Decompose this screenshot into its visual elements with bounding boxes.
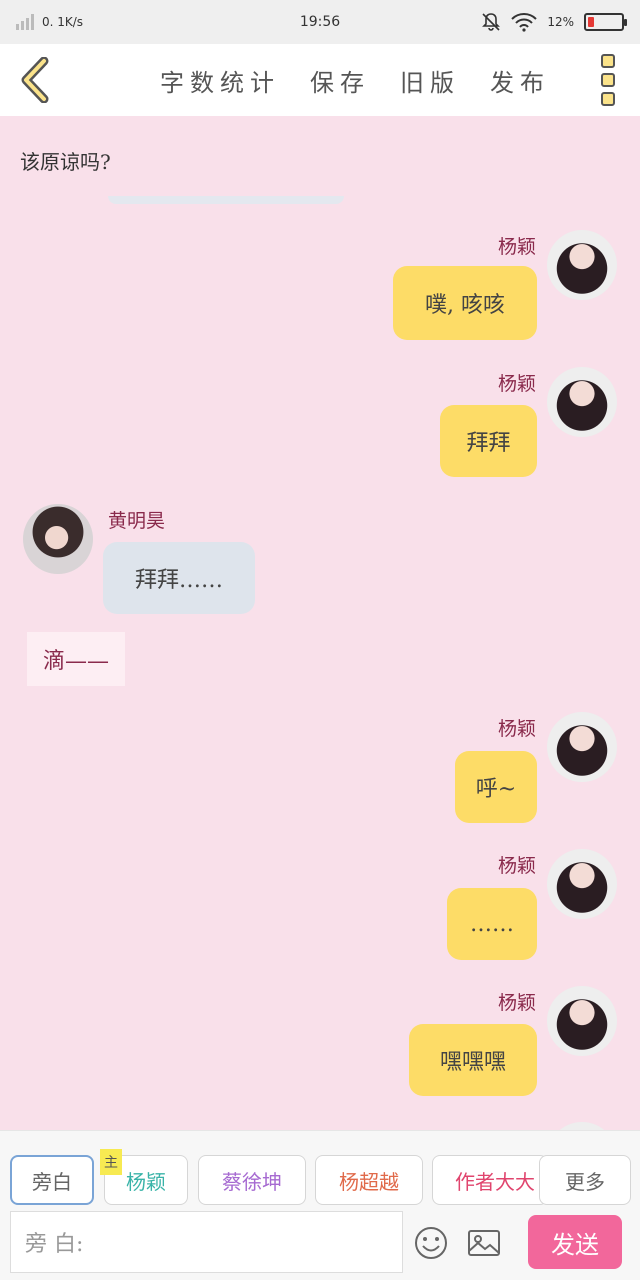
send-button[interactable]: 发送 xyxy=(528,1215,622,1269)
sender-name: 杨颖 xyxy=(497,373,536,395)
message-bubble[interactable]: 拜拜…… xyxy=(103,542,255,614)
old-version-button[interactable]: 旧版 xyxy=(400,63,460,98)
system-message[interactable]: 滴—— xyxy=(27,632,125,686)
sender-name: 杨颖 xyxy=(497,855,536,877)
composer-bar: 旁白 杨颖 主 蔡徐坤 杨超越 作者大大 更多 旁 白: 发送 xyxy=(0,1130,640,1280)
signal-icon xyxy=(16,14,34,30)
role-author[interactable]: 作者大大 xyxy=(432,1155,548,1205)
sender-name: 杨颖 xyxy=(497,992,536,1014)
status-right: 12% xyxy=(424,12,627,32)
battery-percent: 12% xyxy=(547,15,574,29)
word-count-button[interactable]: 字数统计 xyxy=(160,63,280,98)
avatar[interactable] xyxy=(547,230,617,300)
avatar[interactable] xyxy=(23,504,93,574)
toolbar-menu: 字数统计 保存 旧版 发布 xyxy=(70,63,576,98)
chevron-left-icon xyxy=(21,57,49,103)
sender-name: 黄明昊 xyxy=(108,510,166,532)
message-input[interactable]: 旁 白: xyxy=(10,1211,403,1273)
avatar[interactable] xyxy=(547,712,617,782)
back-button[interactable] xyxy=(0,44,70,116)
avatar[interactable] xyxy=(547,849,617,919)
network-speed: 0. 1K/s xyxy=(42,15,84,29)
image-icon[interactable] xyxy=(466,1225,502,1261)
save-button[interactable]: 保存 xyxy=(310,63,370,98)
wifi-icon xyxy=(511,13,538,32)
avatar[interactable] xyxy=(547,986,617,1056)
more-roles-button[interactable]: 更多 xyxy=(539,1155,631,1205)
mute-bell-icon xyxy=(482,13,501,31)
message-bubble[interactable]: 噗, 咳咳 xyxy=(393,266,537,340)
message-bubble[interactable]: 呼~ xyxy=(455,751,537,823)
avatar[interactable] xyxy=(547,1122,617,1130)
message-bubble[interactable]: …… xyxy=(447,888,537,960)
message-bubble[interactable]: 拜拜 xyxy=(440,405,537,477)
role-caixukun[interactable]: 蔡徐坤 xyxy=(198,1155,306,1205)
chat-area[interactable]: 该原谅吗? 杨颖 噗, 咳咳 杨颖 拜拜 黄明昊 拜拜…… 滴—— 杨颖 呼~ … xyxy=(0,116,640,1130)
status-time: 19:56 xyxy=(299,14,341,30)
sender-name: 杨颖 xyxy=(497,236,536,258)
message-bubble[interactable]: 嘿嘿嘿 xyxy=(409,1024,537,1096)
bubble-edge xyxy=(108,196,344,204)
status-bar: 0. 1K/s 19:56 12% xyxy=(0,0,640,44)
narration-text: 该原谅吗? xyxy=(20,150,111,174)
role-narrator[interactable]: 旁白 xyxy=(10,1155,94,1205)
battery-icon xyxy=(584,13,627,31)
status-left: 0. 1K/s xyxy=(16,14,216,30)
publish-button[interactable]: 发布 xyxy=(490,63,550,98)
role-yangchaoyue[interactable]: 杨超越 xyxy=(315,1155,423,1205)
main-role-tag: 主 xyxy=(100,1149,122,1175)
sender-name: 杨颖 xyxy=(497,718,536,740)
emoji-icon[interactable] xyxy=(413,1225,449,1261)
role-selector: 旁白 杨颖 主 蔡徐坤 杨超越 作者大大 更多 xyxy=(0,1149,640,1205)
avatar[interactable] xyxy=(547,367,617,437)
more-menu-icon[interactable] xyxy=(576,54,640,106)
top-toolbar: 字数统计 保存 旧版 发布 xyxy=(0,44,640,116)
